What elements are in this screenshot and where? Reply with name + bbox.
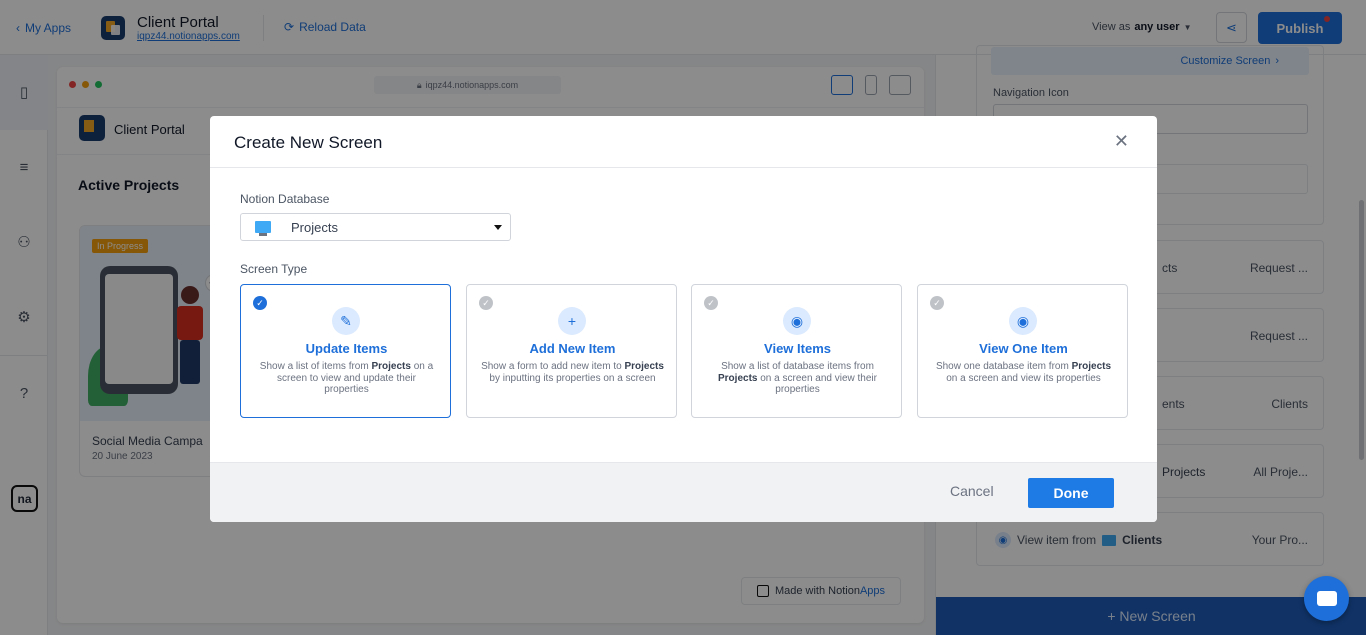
notion-database-select[interactable]: Projects bbox=[240, 213, 511, 241]
pencil-icon: ✎ bbox=[332, 307, 360, 335]
close-icon[interactable]: ✕ bbox=[1114, 131, 1129, 152]
screen-type-add-new-item[interactable]: ✓ + Add New Item Show a form to add new … bbox=[466, 284, 677, 418]
done-button[interactable]: Done bbox=[1028, 478, 1114, 508]
check-icon: ✓ bbox=[704, 296, 718, 310]
desc-post: by inputting its properties on a screen bbox=[489, 372, 656, 384]
monitor-icon bbox=[255, 221, 271, 236]
screen-type-desc: Show a list of database items from Proje… bbox=[706, 361, 889, 396]
database-value: Projects bbox=[291, 219, 338, 235]
screen-type-desc: Show one database item from Projects on … bbox=[932, 361, 1115, 384]
desc-db: Projects bbox=[624, 361, 664, 372]
screen-type-title: View One Item bbox=[979, 341, 1068, 356]
screen-type-view-items[interactable]: ✓ ◉ View Items Show a list of database i… bbox=[691, 284, 902, 418]
desc-post: on a screen and view their properties bbox=[757, 372, 877, 396]
plus-icon: + bbox=[558, 307, 586, 335]
screen-type-title: Update Items bbox=[305, 341, 388, 356]
check-icon: ✓ bbox=[930, 296, 944, 310]
desc-db: Projects bbox=[1071, 361, 1112, 372]
check-icon: ✓ bbox=[253, 296, 267, 310]
screen-type-desc: Show a list of items from Projects on a … bbox=[255, 361, 438, 396]
dialog-header: Create New Screen ✕ bbox=[210, 116, 1157, 168]
desc-db: Projects bbox=[718, 372, 758, 384]
chat-support-button[interactable] bbox=[1304, 576, 1349, 621]
chat-icon bbox=[1316, 591, 1337, 606]
check-icon: ✓ bbox=[479, 296, 493, 310]
dialog-title: Create New Screen bbox=[234, 133, 383, 152]
screen-type-label: Screen Type bbox=[240, 262, 308, 276]
create-screen-dialog: Create New Screen ✕ Notion Database Proj… bbox=[210, 116, 1157, 522]
desc-pre: Show a list of items from bbox=[259, 361, 372, 372]
screen-type-view-one-item[interactable]: ✓ ◉ View One Item Show one database item… bbox=[917, 284, 1128, 418]
desc-pre: Show one database item from bbox=[935, 361, 1072, 372]
eye-icon: ◉ bbox=[1009, 307, 1037, 335]
desc-pre: Show a form to add new item to bbox=[481, 361, 625, 372]
screen-type-update-items[interactable]: ✓ ✎ Update Items Show a list of items fr… bbox=[240, 284, 451, 418]
desc-db: Projects bbox=[371, 361, 411, 372]
screen-type-title: Add New Item bbox=[529, 341, 616, 356]
caret-down-icon bbox=[494, 225, 502, 230]
eye-icon: ◉ bbox=[783, 307, 811, 335]
screen-type-desc: Show a form to add new item to Projects … bbox=[481, 361, 664, 384]
screen-type-title: View Items bbox=[764, 341, 831, 356]
desc-pre: Show a list of database items from bbox=[721, 361, 874, 372]
cancel-button[interactable]: Cancel bbox=[950, 483, 994, 499]
notion-database-label: Notion Database bbox=[240, 192, 330, 206]
desc-post: on a screen and view its properties bbox=[946, 372, 1101, 384]
dialog-footer: Cancel Done bbox=[210, 462, 1157, 522]
